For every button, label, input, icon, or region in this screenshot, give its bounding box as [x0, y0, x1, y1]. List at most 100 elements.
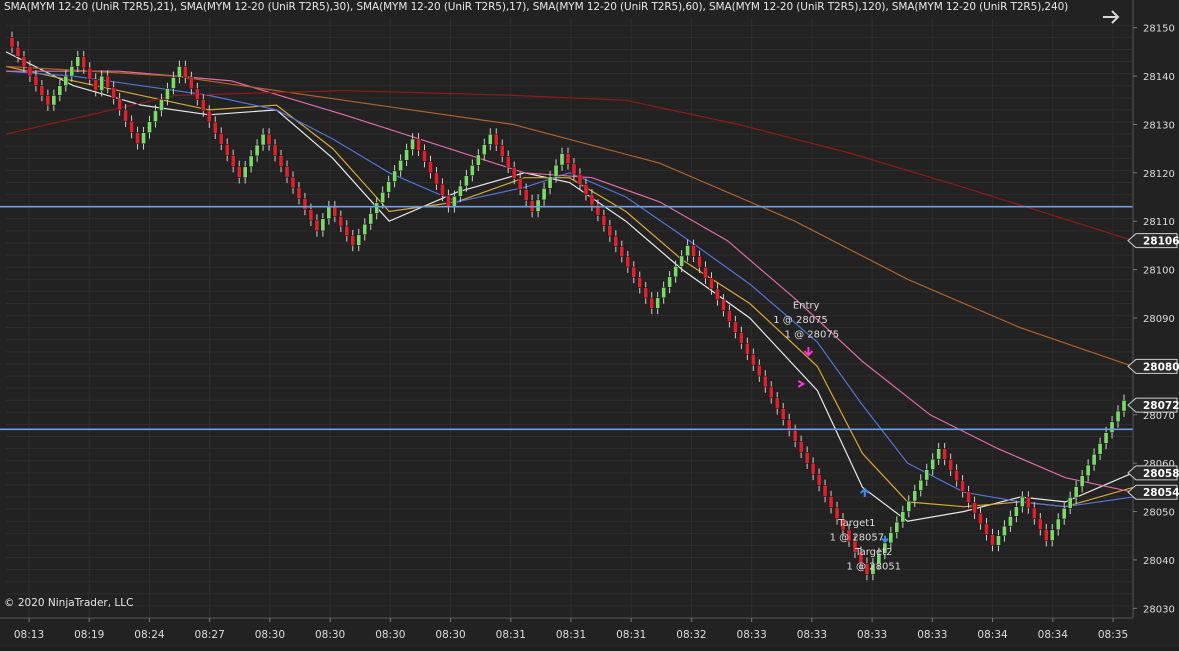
down-bar: [15, 46, 21, 57]
down-bar: [302, 198, 308, 210]
down-bar: [350, 235, 356, 246]
up-bar: [1085, 464, 1091, 477]
arrow-right-icon[interactable]: [1100, 6, 1122, 28]
up-bar: [996, 535, 1001, 546]
up-bar: [51, 95, 57, 106]
down-bar: [816, 474, 822, 486]
down-bar: [93, 79, 99, 91]
x-tick-label: 08:19: [74, 629, 104, 641]
down-bar: [607, 225, 613, 237]
x-tick-label: 08:27: [195, 629, 225, 641]
up-bar: [553, 164, 559, 177]
down-bar: [721, 299, 726, 311]
indicator-legend: SMA(MYM 12-20 (UniR T2R5),21), SMA(MYM 1…: [4, 1, 1069, 13]
up-bar: [1002, 525, 1007, 536]
up-bar: [356, 234, 362, 246]
down-bar: [314, 219, 320, 232]
down-bar: [822, 485, 828, 497]
down-bar: [517, 178, 523, 190]
down-bar: [691, 245, 696, 257]
up-bar: [165, 88, 170, 100]
down-bar: [338, 216, 344, 227]
x-tick-label: 08:35: [1098, 629, 1128, 641]
up-bar: [147, 121, 152, 133]
down-bar: [440, 183, 445, 196]
up-bar: [541, 188, 547, 201]
down-bar: [972, 502, 977, 514]
down-bar: [428, 161, 433, 174]
down-bar: [1026, 496, 1031, 509]
price-chart[interactable]: Entry 1 @ 28075 1 @ 28075 Target1 1 @ 28057 T…: [0, 0, 1179, 647]
up-bar: [63, 75, 69, 86]
price-axis[interactable]: 2803028040280502806028070280802809028100…: [1132, 0, 1179, 647]
down-bar: [571, 163, 577, 175]
up-bar: [410, 138, 415, 150]
up-bar: [1067, 497, 1073, 509]
down-bar: [780, 408, 786, 420]
up-bar: [153, 110, 158, 122]
up-bar: [242, 166, 248, 178]
up-bar: [452, 196, 457, 207]
down-bar: [1043, 529, 1049, 541]
up-bar: [894, 521, 900, 533]
down-bar: [804, 452, 810, 464]
x-tick-label: 08:31: [556, 629, 586, 641]
up-bar: [888, 532, 894, 544]
down-bar: [272, 144, 278, 156]
up-bar: [1073, 486, 1079, 498]
down-bar: [123, 109, 128, 122]
grid: [6, 18, 1133, 619]
down-bar: [45, 95, 51, 106]
down-bar: [27, 66, 33, 77]
x-tick-label: 08:33: [857, 629, 887, 641]
y-tick-label: 28110: [1143, 217, 1175, 228]
up-bar: [924, 469, 930, 481]
up-bar: [918, 479, 924, 491]
x-tick-label: 08:30: [315, 629, 345, 641]
price-marker-label: 28072: [1143, 400, 1179, 412]
up-bar: [685, 245, 690, 257]
price-marker-label: 28080: [1143, 361, 1179, 373]
down-bar: [727, 310, 732, 322]
down-bar: [236, 166, 242, 178]
up-bar: [1061, 507, 1067, 520]
down-bar: [434, 172, 439, 185]
x-tick-label: 08:24: [134, 629, 165, 641]
up-bar: [547, 176, 553, 189]
time-axis[interactable]: 08:13 08:19 08:24 08:27 08:30 08:30 08:30 08:30…: [0, 617, 1179, 647]
down-bar: [230, 155, 236, 167]
down-bar: [774, 397, 780, 409]
down-bar: [344, 225, 350, 236]
x-tick-label: 08:34: [977, 629, 1008, 641]
down-bar: [135, 132, 140, 145]
down-bar: [1031, 507, 1037, 520]
up-bar: [1049, 529, 1055, 541]
up-bar: [141, 132, 146, 145]
down-bar: [613, 235, 619, 247]
down-bar: [745, 343, 750, 355]
y-tick-label: 28050: [1143, 508, 1175, 519]
up-bar: [470, 164, 475, 176]
up-bar: [481, 144, 487, 156]
down-bar: [697, 256, 702, 268]
up-bar: [900, 511, 906, 523]
down-bar: [9, 37, 15, 48]
up-bar: [1115, 410, 1121, 423]
up-bar: [1014, 506, 1019, 517]
price-marker-label: 28106: [1143, 236, 1179, 248]
down-bar: [810, 462, 816, 475]
up-bar: [655, 297, 661, 309]
down-bar: [990, 534, 995, 546]
trade-annotation-label: 1 @ 28051: [847, 562, 902, 573]
price-marker-label: 28054: [1143, 487, 1179, 499]
up-bar: [679, 255, 684, 267]
up-bar: [1109, 421, 1115, 433]
down-bar: [422, 150, 427, 162]
down-bar: [768, 386, 774, 399]
chart-area[interactable]: Entry 1 @ 28075 1 @ 28075 Target1 1 @ 28057 T…: [0, 0, 1179, 647]
down-bar: [589, 194, 595, 206]
down-bar: [224, 144, 230, 156]
up-bar: [159, 99, 164, 111]
up-bar: [248, 155, 254, 168]
down-bar: [601, 215, 607, 226]
